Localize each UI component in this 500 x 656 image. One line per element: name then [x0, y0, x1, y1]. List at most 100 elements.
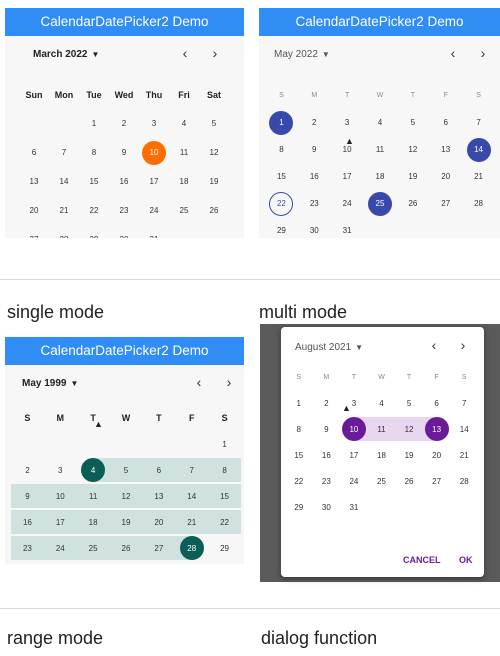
day-cell[interactable]: 15 [208, 484, 241, 508]
day-cell[interactable]: 24 [139, 196, 169, 225]
day-cell[interactable]: 27 [142, 536, 176, 560]
day-cell[interactable]: 17 [331, 163, 364, 190]
day-cell[interactable]: 17 [139, 167, 169, 196]
day-cell[interactable]: 13 [422, 417, 451, 441]
day-cell[interactable]: 18 [364, 163, 397, 190]
chevron-right-icon[interactable]: › [221, 374, 237, 390]
day-cell[interactable]: 30 [313, 494, 341, 520]
day-cell[interactable]: 21 [175, 510, 209, 534]
day-cell[interactable]: 1 [208, 432, 241, 456]
day-cell[interactable]: 23 [11, 536, 44, 560]
day-cell[interactable]: 31 [331, 217, 364, 238]
day-cell[interactable]: 23 [109, 196, 139, 225]
day-cell[interactable]: 21 [450, 442, 478, 468]
chevron-right-icon[interactable]: › [475, 45, 491, 61]
day-cell[interactable]: 28 [49, 225, 79, 238]
day-cell[interactable]: 7 [450, 390, 478, 416]
day-cell[interactable]: 29 [79, 225, 109, 238]
day-cell[interactable]: 5 [395, 390, 423, 416]
day-cell[interactable]: 29 [265, 217, 298, 238]
day-cell[interactable]: 28 [450, 468, 478, 494]
day-cell[interactable]: 22 [265, 190, 298, 217]
month-picker-button[interactable]: March 2022 ▼ [33, 49, 99, 60]
day-cell[interactable]: 12 [109, 484, 143, 508]
day-cell[interactable]: 9 [298, 136, 331, 163]
day-cell[interactable]: 28 [462, 190, 495, 217]
day-cell[interactable]: 27 [429, 190, 462, 217]
day-cell[interactable]: 2 [313, 390, 341, 416]
day-cell[interactable]: 4 [364, 109, 397, 136]
day-cell[interactable]: 20 [429, 163, 462, 190]
day-cell[interactable]: 20 [423, 442, 451, 468]
day-cell[interactable]: 20 [142, 510, 176, 534]
day-cell[interactable]: 6 [142, 458, 176, 482]
day-cell[interactable]: 16 [109, 167, 139, 196]
day-cell[interactable]: 8 [79, 138, 109, 167]
day-cell[interactable]: 31 [340, 494, 368, 520]
day-cell[interactable]: 14 [175, 484, 209, 508]
day-cell[interactable]: 13 [429, 136, 462, 163]
day-cell[interactable]: 27 [19, 225, 49, 238]
day-cell[interactable]: 25 [76, 536, 110, 560]
day-cell[interactable]: 4 [76, 458, 110, 482]
day-cell[interactable]: 16 [11, 510, 44, 534]
day-cell[interactable]: 15 [285, 442, 313, 468]
day-cell[interactable]: 19 [199, 167, 229, 196]
day-cell[interactable]: 26 [395, 468, 423, 494]
day-cell[interactable]: 6 [19, 138, 49, 167]
day-cell[interactable]: 21 [462, 163, 495, 190]
day-cell[interactable]: 26 [396, 190, 429, 217]
day-cell[interactable]: 5 [199, 109, 229, 138]
day-cell[interactable]: 12 [396, 136, 429, 163]
day-cell[interactable]: 9 [11, 484, 44, 508]
day-cell[interactable]: 10 [340, 417, 368, 441]
day-cell[interactable]: 1 [79, 109, 109, 138]
day-cell[interactable]: 12 [199, 138, 229, 167]
day-cell[interactable]: 11 [367, 417, 396, 441]
day-cell[interactable]: 27 [423, 468, 451, 494]
day-cell[interactable]: 7 [462, 109, 495, 136]
day-cell[interactable]: 5 [396, 109, 429, 136]
day-cell[interactable]: 2 [109, 109, 139, 138]
day-cell[interactable]: 7 [49, 138, 79, 167]
day-cell[interactable]: 8 [265, 136, 298, 163]
day-cell[interactable]: 11 [169, 138, 199, 167]
month-picker-button[interactable]: May 1999 ▼ [22, 378, 78, 389]
day-cell[interactable]: 21 [49, 196, 79, 225]
day-cell[interactable]: 18 [169, 167, 199, 196]
day-cell[interactable]: 16 [313, 442, 341, 468]
day-cell[interactable]: 20 [19, 196, 49, 225]
day-cell[interactable]: 31 [139, 225, 169, 238]
day-cell[interactable]: 29 [208, 536, 241, 560]
day-cell[interactable]: 6 [429, 109, 462, 136]
day-cell[interactable]: 12 [395, 417, 423, 441]
day-cell[interactable]: 5 [109, 458, 143, 482]
day-cell[interactable]: 4 [368, 390, 396, 416]
day-cell[interactable]: 14 [462, 136, 495, 163]
day-cell[interactable]: 28 [175, 536, 209, 560]
day-cell[interactable]: 14 [49, 167, 79, 196]
day-cell[interactable]: 10 [139, 138, 169, 167]
day-cell[interactable]: 23 [298, 190, 331, 217]
day-cell[interactable]: 29 [285, 494, 313, 520]
day-cell[interactable]: 3 [44, 458, 77, 482]
day-cell[interactable]: 1 [285, 390, 313, 416]
day-cell[interactable]: 25 [364, 190, 397, 217]
day-cell[interactable]: 17 [340, 442, 368, 468]
day-cell[interactable]: 25 [368, 468, 396, 494]
month-picker-button[interactable]: August 2021 ▼ [295, 342, 363, 353]
day-cell[interactable]: 6 [423, 390, 451, 416]
day-cell[interactable]: 2 [298, 109, 331, 136]
day-cell[interactable]: 1 [265, 109, 298, 136]
day-cell[interactable]: 23 [313, 468, 341, 494]
day-cell[interactable]: 25 [169, 196, 199, 225]
chevron-left-icon[interactable]: ‹ [426, 337, 442, 353]
chevron-left-icon[interactable]: ‹ [191, 374, 207, 390]
ok-button[interactable]: OK [459, 555, 473, 565]
day-cell[interactable]: 10 [43, 484, 77, 508]
day-cell[interactable]: 9 [313, 416, 341, 442]
day-cell[interactable]: 16 [298, 163, 331, 190]
day-cell[interactable]: 15 [265, 163, 298, 190]
day-cell[interactable]: 13 [19, 167, 49, 196]
day-cell[interactable]: 22 [285, 468, 313, 494]
